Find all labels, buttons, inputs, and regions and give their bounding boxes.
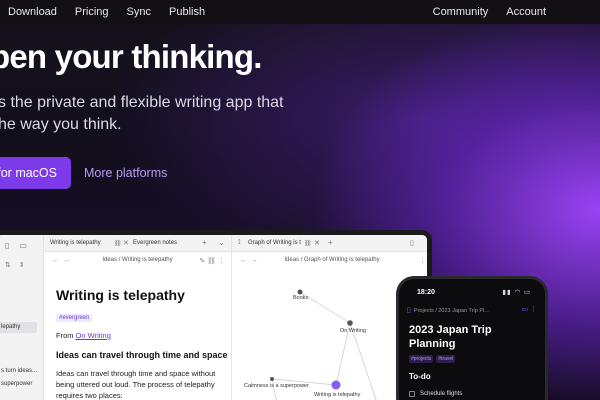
- back-forward-icon[interactable]: ← →: [240, 257, 258, 264]
- graph-breadcrumb-path: Ideas / Graph of Writing is telepathy: [284, 257, 380, 263]
- note-title: Writing is telepathy: [56, 287, 185, 303]
- graph-node-calmness: [270, 377, 274, 381]
- graph-tab-bar: ⟟ Graph of Writing is t ⛓ ✕ + ▯: [232, 235, 427, 252]
- on-writing-link[interactable]: On Writing: [76, 331, 111, 340]
- back-icon[interactable]: ▯: [407, 307, 411, 314]
- graph-node-telepathy: [331, 380, 341, 390]
- hero-subtitle: s the private and flexible writing app t…: [0, 92, 298, 136]
- breadcrumb: ← → Ideas / Writing is telepathy ✎ ⛓ ⋮: [44, 257, 231, 265]
- chevron-down-icon[interactable]: ⌄: [218, 238, 225, 247]
- todo-item-label: Schedule flights: [420, 391, 463, 397]
- top-navigation: Download Pricing Sync Publish Community …: [0, 0, 600, 24]
- breadcrumb-path: Ideas / Writing is telepathy: [102, 257, 173, 263]
- graph-label-telepathy: Writing is telepathy: [314, 392, 361, 398]
- graph-breadcrumb: ← → Ideas / Graph of Writing is telepath…: [232, 257, 427, 265]
- close-tab-icon[interactable]: ✕: [123, 239, 129, 247]
- sidebar: ▯ ▭ ⇅ ⇕ lepathy s turn ideas... superpow…: [0, 235, 44, 400]
- new-tab-icon[interactable]: +: [202, 238, 207, 247]
- sidebar-panel-icon[interactable]: ▭: [19, 241, 27, 250]
- new-tab-icon[interactable]: +: [328, 238, 333, 247]
- status-time: 18:20: [417, 289, 435, 296]
- phone-tags: #projects #travel: [409, 355, 456, 363]
- graph-icon: ⟟: [238, 239, 241, 246]
- sidebar-toggle-icon[interactable]: ▯: [410, 239, 414, 247]
- download-macos-button[interactable]: a for macOS: [0, 157, 71, 189]
- hero-headline: pen your thinking.: [0, 38, 262, 75]
- link-icon: ⛓: [304, 241, 312, 247]
- graph-node-books: [297, 289, 303, 295]
- tab-graph[interactable]: Graph of Writing is t: [248, 240, 301, 246]
- collapse-icon[interactable]: ⇕: [19, 261, 25, 269]
- todo-heading: To-do: [409, 372, 431, 381]
- phone-note-title: 2023 Japan Trip Planning: [409, 324, 492, 350]
- nav-account[interactable]: Account: [506, 6, 546, 18]
- nav-pricing[interactable]: Pricing: [75, 6, 109, 18]
- laptop-screen: ▯ ▭ ⇅ ⇕ lepathy s turn ideas... superpow…: [0, 235, 427, 400]
- checkbox[interactable]: [409, 391, 415, 397]
- phone-mockup: 18:20 ▮▮ ◠ ▭ ▯ Projects / 2023 Japan Tri…: [396, 276, 548, 400]
- graph-label-books: Books: [293, 295, 309, 301]
- editor-tab-bar: Writing is telepathy ⛓ ✕ Evergreen notes…: [44, 235, 231, 252]
- note-heading: Ideas can travel through time and space: [56, 350, 228, 360]
- tab-evergreen-notes[interactable]: Evergreen notes: [133, 240, 177, 246]
- sidebar-item-active[interactable]: lepathy: [0, 322, 37, 333]
- tag-projects[interactable]: #projects: [409, 355, 434, 363]
- more-platforms-link[interactable]: More platforms: [84, 166, 167, 180]
- phone-breadcrumb: ▯ Projects / 2023 Japan Trip Pl... ▭ ⋮: [407, 306, 537, 314]
- back-forward-icon[interactable]: ← →: [52, 257, 70, 264]
- phone-screen: 18:20 ▮▮ ◠ ▭ ▯ Projects / 2023 Japan Tri…: [399, 279, 545, 400]
- note-source: From On Writing: [56, 331, 111, 340]
- note-tag[interactable]: #evergreen: [56, 314, 93, 322]
- sidebar-item[interactable]: superpower: [1, 381, 32, 387]
- tab-writing-is-telepathy[interactable]: Writing is telepathy: [50, 240, 101, 246]
- nav-download[interactable]: Download: [8, 6, 57, 18]
- nav-community[interactable]: Community: [433, 6, 489, 18]
- edit-link-more-icons[interactable]: ✎ ⛓ ⋮: [199, 257, 225, 265]
- phone-breadcrumb-path: Projects / 2023 Japan Trip Pl...: [413, 308, 489, 314]
- sidebar-item[interactable]: s turn ideas...: [1, 368, 37, 374]
- more-options-icon[interactable]: ⋮: [419, 257, 426, 265]
- graph-label-calmness: Calmness is a superpower: [244, 383, 309, 389]
- status-icons: ▮▮ ◠ ▭: [502, 289, 531, 296]
- sidebar-toggle-icon[interactable]: ▯: [5, 241, 9, 250]
- note-paragraph: Ideas can travel through time and space …: [56, 369, 216, 400]
- editor-pane: Writing is telepathy ⛓ ✕ Evergreen notes…: [44, 235, 232, 400]
- hero-subtitle-line-1: s the private and flexible writing app t…: [0, 94, 284, 111]
- sort-icon[interactable]: ⇅: [5, 261, 11, 269]
- phone-menu-icons[interactable]: ▭ ⋮: [521, 305, 537, 313]
- tag-travel[interactable]: #travel: [436, 355, 456, 363]
- nav-publish[interactable]: Publish: [169, 6, 205, 18]
- hero-subtitle-line-2: he way you think.: [0, 116, 122, 133]
- graph-label-on-writing: On Writing: [340, 328, 366, 334]
- graph-node-on-writing: [347, 320, 353, 326]
- laptop-mockup: ▯ ▭ ⇅ ⇕ lepathy s turn ideas... superpow…: [0, 230, 432, 400]
- link-icon: ⛓: [114, 241, 122, 247]
- close-tab-icon[interactable]: ✕: [314, 239, 320, 247]
- nav-sync[interactable]: Sync: [127, 6, 151, 18]
- todo-item: Schedule flights: [409, 391, 462, 397]
